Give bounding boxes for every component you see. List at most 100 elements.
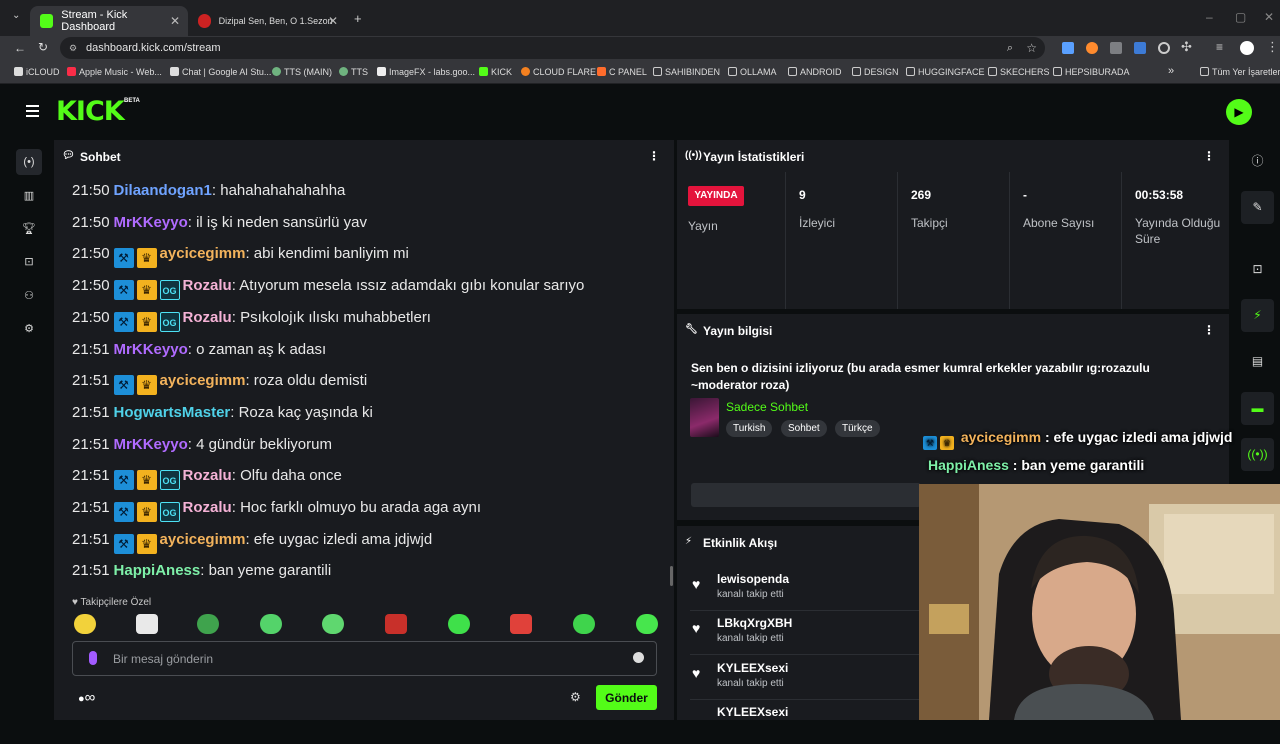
quick-actions-icon[interactable]: ⚡︎	[1241, 299, 1274, 332]
emote[interactable]	[573, 614, 595, 634]
bookmark-folder[interactable]: SKECHERS	[988, 67, 1050, 77]
stream-nav-icon[interactable]: (•)	[16, 149, 42, 175]
info-menu-icon[interactable]: ⋮	[1203, 323, 1215, 337]
vip-crown-icon[interactable]: ♛	[136, 248, 157, 269]
activity-username[interactable]: KYLEEXsexi	[717, 705, 788, 719]
close-tab-icon[interactable]: ✕	[170, 14, 180, 28]
kick-profile-icon[interactable]: ▶	[1226, 99, 1252, 125]
reload-icon[interactable]: ↻	[38, 40, 48, 54]
hamburger-menu-icon[interactable]	[26, 105, 39, 120]
bookmark-item[interactable]: Chat | Google AI Stu...	[170, 67, 271, 77]
microphone-icon[interactable]	[89, 651, 97, 665]
extension-icon[interactable]	[1086, 42, 1098, 54]
chat-input-box[interactable]	[72, 641, 657, 676]
message-username[interactable]: Rozalu	[183, 309, 232, 326]
chat-menu-icon[interactable]: ⋮	[648, 149, 660, 163]
emote[interactable]	[322, 614, 344, 634]
bookmark-item[interactable]: KICK	[479, 67, 512, 77]
zoom-icon[interactable]: ⌕	[1007, 37, 1013, 59]
profile-avatar-icon[interactable]	[1240, 41, 1254, 55]
bookmark-item[interactable]: TTS (MAIN)	[272, 67, 332, 77]
chat-message-input[interactable]	[113, 650, 613, 668]
tag-turkish[interactable]: Turkish	[726, 420, 773, 437]
og-badge-icon[interactable]: OG	[159, 502, 180, 522]
extensions-puzzle-icon[interactable]: ✣	[1181, 39, 1192, 55]
category-name[interactable]: Sadece Sohbet	[726, 400, 808, 414]
message-username[interactable]: MrKKeyyo	[114, 436, 188, 453]
chat-settings-icon[interactable]: ⚙	[570, 690, 581, 704]
send-message-button[interactable]: Gönder	[596, 685, 657, 710]
extension-icon[interactable]	[1134, 42, 1146, 54]
message-username[interactable]: MrKKeyyo	[114, 341, 188, 358]
moderator-badge-icon[interactable]: ⚒	[113, 502, 134, 522]
og-badge-icon[interactable]: OG	[159, 280, 180, 301]
clips-nav-icon[interactable]: ⊡	[16, 249, 42, 275]
extension-icon[interactable]	[1110, 42, 1122, 54]
message-username[interactable]: MrKKeyyo	[114, 214, 188, 231]
vip-crown-icon[interactable]: ♛	[136, 470, 157, 491]
infinity-points-icon[interactable]: ●∞	[78, 689, 95, 706]
message-username[interactable]: aycicegimm	[160, 245, 246, 262]
tab-kick-dashboard[interactable]: Stream - Kick Dashboard ✕	[30, 6, 188, 36]
close-tab-icon[interactable]: ✕	[328, 14, 338, 28]
media-icon[interactable]: ≡	[1216, 40, 1223, 54]
moderator-badge-icon[interactable]: ⚒	[113, 311, 134, 332]
kick-logo[interactable]: KICK	[56, 96, 125, 127]
og-badge-icon[interactable]: OG	[159, 470, 180, 491]
message-username[interactable]: Dilaandogan1	[114, 182, 212, 199]
edit-icon[interactable]: ✎	[1241, 191, 1274, 224]
new-tab-icon[interactable]: +	[354, 11, 362, 26]
emote[interactable]	[74, 614, 96, 634]
emoji-picker-icon[interactable]	[633, 652, 644, 663]
emote[interactable]	[136, 614, 158, 634]
message-username[interactable]: Rozalu	[183, 277, 232, 294]
moderator-badge-icon[interactable]: ⚒	[113, 375, 134, 396]
moderator-badge-icon[interactable]: ⚒	[113, 248, 134, 269]
moderator-badge-icon[interactable]: ⚒	[113, 533, 134, 554]
address-bar[interactable]: ⚙ dashboard.kick.com/stream ⌕ ☆	[60, 37, 1045, 59]
bookmark-folder[interactable]: HUGGINGFACE	[906, 67, 985, 77]
bookmark-item[interactable]: C PANEL	[597, 67, 647, 77]
bookmark-item[interactable]: ImageFX - labs.goo...	[377, 67, 475, 77]
extension-icon[interactable]	[1158, 42, 1170, 54]
moderator-badge-icon[interactable]: ⚒	[113, 280, 134, 301]
category-thumbnail[interactable]	[690, 398, 719, 437]
stats-menu-icon[interactable]: ⋮	[1203, 149, 1215, 163]
bookmark-folder[interactable]: OLLAMA	[728, 67, 777, 77]
site-info-icon[interactable]: ⚙	[69, 37, 77, 59]
info-icon[interactable]: ⓘ	[1241, 145, 1274, 178]
bookmark-folder[interactable]: SAHIBINDEN	[653, 67, 720, 77]
og-badge-icon[interactable]: OG	[159, 311, 180, 332]
tab-dizipal[interactable]: Dizipal Sen, Ben, O 1.Sezon 1.B ✕	[188, 6, 346, 36]
emote[interactable]	[636, 614, 658, 634]
message-username[interactable]: aycicegimm	[160, 372, 246, 389]
bookmarks-overflow[interactable]: »	[1168, 65, 1174, 77]
vip-crown-icon[interactable]: ♛	[136, 502, 157, 522]
trophy-nav-icon[interactable]: 🏆︎	[16, 216, 42, 242]
bookmark-star-icon[interactable]: ☆	[1026, 37, 1037, 59]
activity-username[interactable]: KYLEEXsexi	[717, 661, 788, 675]
message-username[interactable]: aycicegimm	[160, 531, 246, 548]
vip-crown-icon[interactable]: ♛	[136, 533, 157, 554]
clip-icon[interactable]: ⊡	[1241, 253, 1274, 286]
message-username[interactable]: Rozalu	[183, 499, 232, 516]
minimize-icon[interactable]: –	[1206, 10, 1213, 24]
message-username[interactable]: Rozalu	[183, 467, 232, 484]
extension-icon[interactable]	[1062, 42, 1074, 54]
activity-username[interactable]: LBkqXrgXBH	[717, 616, 792, 630]
tag-turkce[interactable]: Türkçe	[835, 420, 880, 437]
moderator-badge-icon[interactable]: ⚒	[113, 470, 134, 491]
tag-sohbet[interactable]: Sohbet	[781, 420, 827, 437]
broadcast-panel-icon[interactable]: ((•))	[1241, 438, 1274, 471]
activity-username[interactable]: lewisopenda	[717, 572, 789, 586]
bookmark-folder[interactable]: DESIGN	[852, 67, 899, 77]
analytics-nav-icon[interactable]: ▥	[16, 183, 42, 209]
chat-scrollbar[interactable]	[670, 566, 673, 586]
bookmark-folder[interactable]: HEPSIBURADA	[1053, 67, 1130, 77]
community-nav-icon[interactable]: ⚇	[16, 283, 42, 309]
vip-crown-icon[interactable]: ♛	[136, 280, 157, 301]
settings-nav-icon[interactable]: ⚙	[16, 316, 42, 342]
bookmark-item[interactable]: iCLOUD	[14, 67, 60, 77]
all-bookmarks[interactable]: Tüm Yer İşaretleri	[1200, 67, 1280, 77]
back-icon[interactable]: ←	[14, 41, 26, 55]
